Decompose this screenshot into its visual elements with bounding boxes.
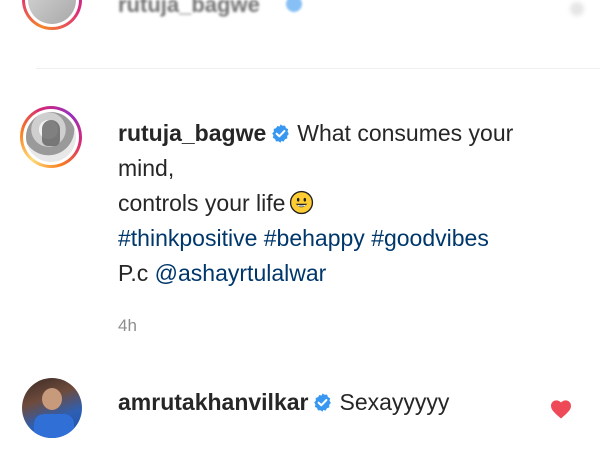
divider <box>36 68 600 69</box>
verified-badge-icon <box>314 393 332 412</box>
more-options-icon[interactable] <box>570 2 584 16</box>
caption-line-3: controls your life <box>118 190 286 216</box>
poster-username[interactable]: rutuja_bagwe <box>118 120 266 146</box>
avatar-photo <box>26 112 76 162</box>
hashtag-link[interactable]: #thinkpositive <box>118 225 257 251</box>
caption-line-2: mind, <box>118 155 175 181</box>
previous-commenter-username[interactable]: rutuja_bagwe <box>118 0 260 18</box>
comment-text: amrutakhanvilkar Sexayyyyy <box>118 385 449 420</box>
avatar-photo <box>28 0 76 24</box>
comment-body: Sexayyyyy <box>339 389 450 415</box>
verified-badge-icon <box>272 124 290 143</box>
photo-credit-label: P.c <box>118 260 149 286</box>
post-timestamp[interactable]: 4h <box>118 316 137 336</box>
hashtag-link[interactable]: #behappy <box>264 225 365 251</box>
commenter-username[interactable]: amrutakhanvilkar <box>118 389 308 415</box>
avatar-ring-gap <box>23 109 79 165</box>
caption-text: rutuja_bagwe What consumes your mind, co… <box>118 116 588 291</box>
grinning-face-emoji-icon <box>290 190 314 215</box>
poster-avatar[interactable] <box>20 106 82 168</box>
hashtag-link[interactable]: #goodvibes <box>371 225 489 251</box>
comment-row: amrutakhanvilkar Sexayyyyy <box>0 375 600 450</box>
previous-comment-row: rutuja_bagwe <box>0 0 600 60</box>
commenter-avatar[interactable] <box>22 378 82 438</box>
mention-link[interactable]: @ashayrtulalwar <box>155 260 327 286</box>
verified-badge-icon <box>286 0 302 12</box>
previous-commenter-avatar[interactable] <box>22 0 82 30</box>
caption-line-1: What consumes your <box>297 120 514 146</box>
heart-icon[interactable] <box>550 399 572 419</box>
avatar-ring-gap <box>25 0 79 27</box>
